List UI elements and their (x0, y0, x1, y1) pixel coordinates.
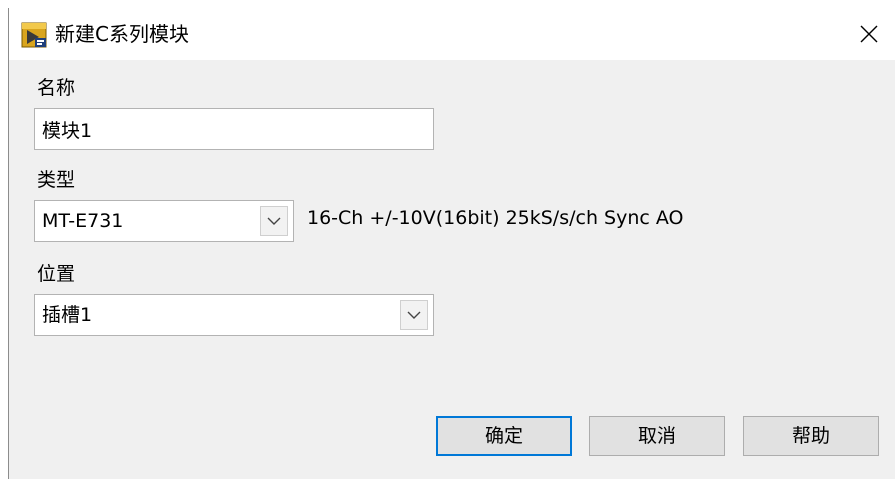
title-bar: 新建C系列模块 (9, 8, 895, 60)
name-label: 名称 (37, 77, 76, 99)
cancel-button[interactable]: 取消 (589, 416, 725, 456)
location-select[interactable]: 插槽1 (34, 294, 434, 336)
name-input[interactable] (34, 108, 434, 150)
window-title: 新建C系列模块 (55, 22, 189, 46)
close-button[interactable] (849, 16, 889, 52)
location-label: 位置 (37, 263, 76, 285)
ok-button[interactable]: 确定 (436, 416, 572, 456)
type-label: 类型 (37, 169, 76, 191)
help-button[interactable]: 帮助 (743, 416, 879, 456)
type-select[interactable]: MT-E731 (34, 200, 294, 242)
dialog-window: 新建C系列模块 名称 类型 MT-E731 16-Ch +/-10V(16bit… (8, 8, 895, 479)
type-description: 16-Ch +/-10V(16bit) 25kS/s/ch Sync AO (307, 207, 684, 229)
labview-app-icon (21, 22, 47, 48)
chevron-down-icon (267, 217, 281, 225)
chevron-down-icon (407, 311, 421, 319)
close-icon (860, 25, 878, 43)
location-select-value: 插槽1 (42, 304, 93, 326)
type-select-value: MT-E731 (42, 210, 124, 232)
type-select-dropdown-button[interactable] (260, 206, 288, 236)
location-select-dropdown-button[interactable] (400, 300, 428, 330)
